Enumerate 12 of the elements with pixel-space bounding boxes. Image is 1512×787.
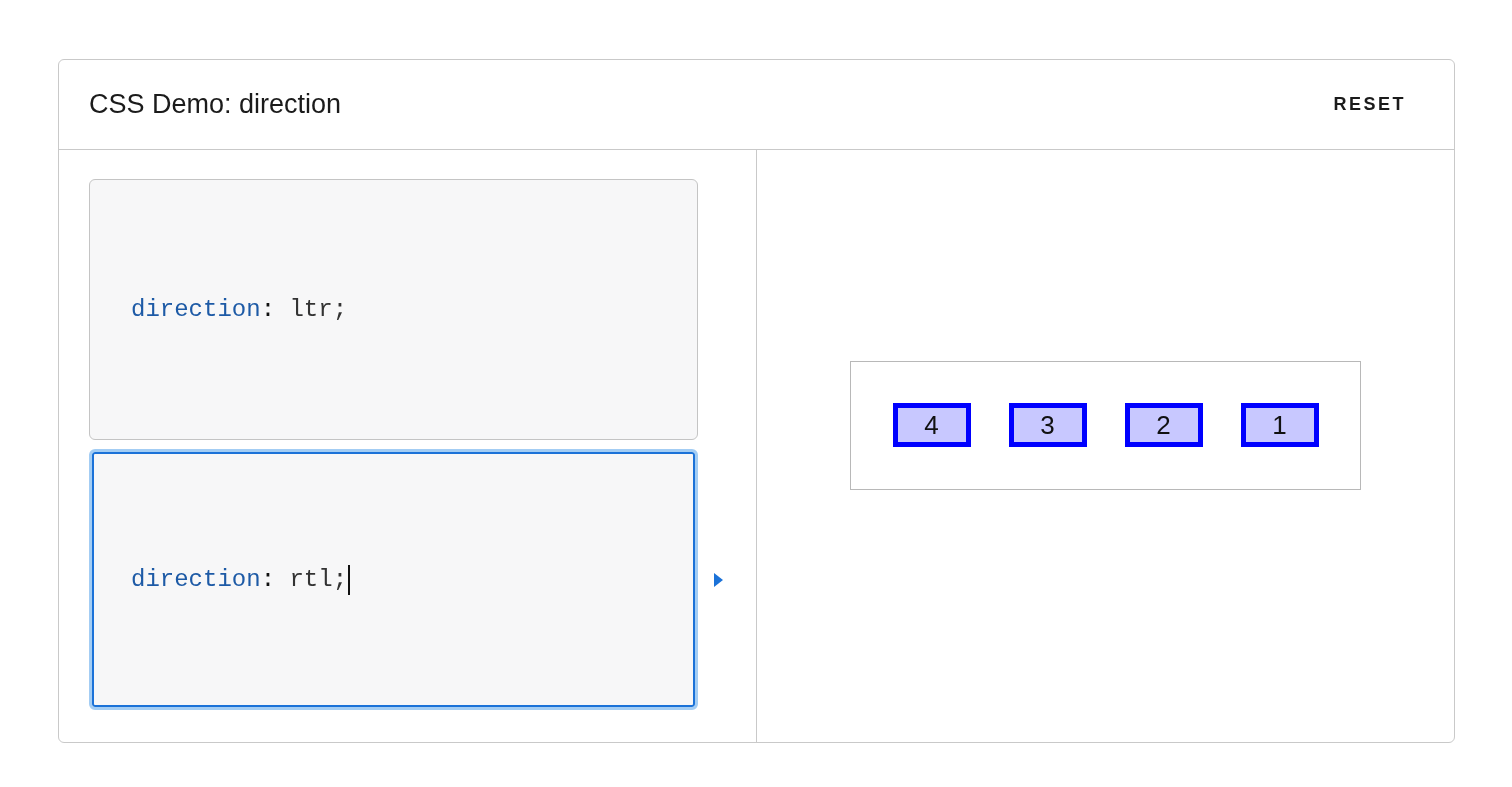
code-editor[interactable]: direction: rtl; <box>89 449 698 710</box>
code-line: direction: ltr; <box>131 296 348 323</box>
code-line: direction: rtl; <box>131 564 351 595</box>
caret-icon <box>714 572 723 587</box>
text-cursor-icon <box>348 564 351 595</box>
output-item: 2 <box>1124 403 1203 447</box>
output-item: 3 <box>1008 403 1087 447</box>
demo-title: CSS Demo: direction <box>89 89 342 120</box>
code-editor[interactable]: direction: ltr; <box>89 179 698 440</box>
output-item: 1 <box>1240 403 1319 447</box>
output-item: 4 <box>892 403 971 447</box>
reset-button[interactable]: RESET <box>1321 86 1418 123</box>
